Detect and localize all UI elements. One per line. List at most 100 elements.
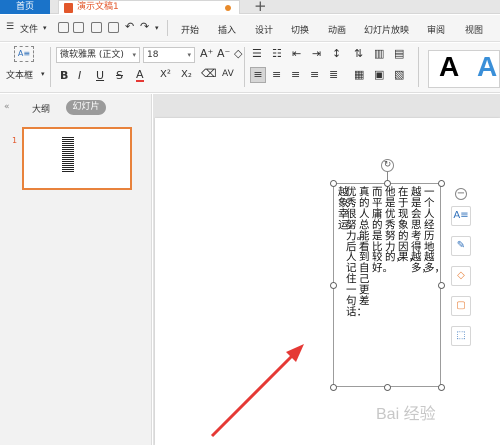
resize-handle-top-left[interactable] — [330, 180, 337, 187]
char-spacing-icon[interactable]: AV — [222, 69, 234, 79]
open-icon[interactable] — [58, 22, 69, 33]
textbox-column-8: 越象幸运。 — [338, 186, 359, 231]
collapse-toolbar-icon[interactable]: − — [455, 188, 467, 200]
distribute-icon[interactable]: ≣ — [329, 68, 338, 81]
outline-icon[interactable]: ▢ — [451, 296, 471, 316]
unsaved-dot-icon — [225, 5, 231, 11]
presentation-icon — [64, 3, 73, 13]
file-menu[interactable]: 文件 — [20, 22, 38, 35]
tab-review[interactable]: 审阅 — [427, 23, 445, 36]
chevron-down-icon[interactable]: ▾ — [43, 24, 47, 32]
align-center-icon[interactable]: ≡ — [272, 68, 281, 81]
textbox-column-4: 他是优秀努力的， — [385, 186, 406, 264]
textbox-icon[interactable]: A≡ — [14, 46, 34, 62]
text-box-align-icon[interactable]: ▣ — [374, 68, 384, 81]
divider — [50, 47, 51, 87]
tab-design[interactable]: 设计 — [255, 23, 273, 36]
font-color-button[interactable]: A — [136, 69, 144, 82]
document-title: 演示文稿1 — [77, 2, 119, 12]
resize-handle-bottom-left[interactable] — [330, 384, 337, 391]
ribbon: A≡ 文本框 ▾ 微软雅黑 (正文) ▾ 18 ▾ A⁺ A⁻ ◇ B I U … — [0, 43, 500, 93]
clear-format-icon[interactable]: ◇ — [234, 47, 242, 60]
outdent-icon[interactable]: ⇤ — [292, 47, 301, 60]
chevron-down-icon: ▾ — [187, 51, 191, 59]
bold-button[interactable]: B — [60, 69, 68, 82]
textbox-column-6: 真的人总能看到自己更差 — [359, 186, 370, 308]
resize-handle-right[interactable] — [438, 282, 445, 289]
italic-button[interactable]: I — [78, 69, 81, 82]
eraser-icon[interactable]: ⌫ — [201, 67, 217, 80]
table-icon[interactable]: ▦ — [354, 68, 364, 81]
undo-icon[interactable]: ↶ — [125, 20, 134, 33]
underline-button[interactable]: U — [96, 69, 104, 82]
watermark: Bai 经验 — [376, 406, 436, 423]
text-direction-icon[interactable]: ⇅ — [354, 47, 363, 60]
align-text-icon[interactable]: ▤ — [394, 47, 404, 60]
grow-font-icon[interactable]: A⁺ — [200, 47, 213, 60]
tab-animation[interactable]: 动画 — [328, 23, 346, 36]
slides-pane: « 大纲 幻灯片 1 — [0, 94, 152, 445]
redo-icon[interactable]: ↷ — [140, 20, 149, 33]
tab-view[interactable]: 视图 — [465, 23, 483, 36]
tab-bar: 首页 演示文稿1 + — [0, 0, 500, 15]
tab-insert[interactable]: 插入 — [218, 23, 236, 36]
shape-fill-icon[interactable]: ◇ — [451, 266, 471, 286]
line-spacing-icon[interactable]: ↕ — [332, 47, 341, 60]
text-fill-icon[interactable]: A≡ — [451, 206, 471, 226]
bullets-icon[interactable]: ☰ — [252, 47, 262, 60]
smartart-icon[interactable]: ▧ — [394, 68, 404, 81]
pen-icon[interactable]: ✎ — [451, 236, 471, 256]
annotation-arrow-icon — [210, 344, 304, 438]
collapse-pane-icon[interactable]: « — [4, 102, 10, 112]
strikethrough-button[interactable]: S — [116, 69, 123, 82]
print-preview-icon[interactable] — [108, 22, 119, 33]
divider — [418, 47, 419, 87]
font-family-select[interactable]: 微软雅黑 (正文) ▾ — [56, 47, 140, 63]
tab-outline[interactable]: 大纲 — [32, 102, 50, 115]
resize-handle-bottom[interactable] — [384, 384, 391, 391]
save-icon[interactable] — [73, 22, 84, 33]
resize-handle-bottom-right[interactable] — [438, 384, 445, 391]
indent-icon[interactable]: ⇥ — [312, 47, 321, 60]
chevron-down-icon[interactable]: ▾ — [155, 24, 159, 32]
editing-canvas — [153, 94, 500, 445]
subscript-button[interactable]: X₂ — [181, 69, 192, 80]
chevron-down-icon[interactable]: ▾ — [41, 70, 45, 78]
justify-icon[interactable]: ≡ — [310, 68, 319, 81]
resize-handle-top-right[interactable] — [438, 180, 445, 187]
print-icon[interactable] — [91, 22, 102, 33]
columns-icon[interactable]: ▥ — [374, 47, 384, 60]
slide[interactable] — [155, 118, 500, 445]
divider — [167, 20, 168, 36]
menu-bar: ☰ 文件 ▾ ↶ ↷ ▾ 开始 插入 设计 切换 动画 幻灯片放映 审阅 视图 — [0, 15, 500, 42]
font-size-value: 18 — [147, 50, 159, 60]
tab-home[interactable]: 首页 — [0, 0, 50, 14]
resize-handle-left[interactable] — [330, 282, 337, 289]
superscript-button[interactable]: X² — [160, 69, 171, 80]
numbering-icon[interactable]: ☷ — [272, 47, 282, 60]
chevron-down-icon: ▾ — [132, 51, 136, 59]
thumbnail-text-preview — [62, 137, 74, 172]
font-size-select[interactable]: 18 ▾ — [143, 47, 195, 63]
hamburger-icon[interactable]: ☰ — [6, 22, 14, 32]
rotate-handle-icon[interactable]: ↻ — [381, 159, 394, 172]
text-style-blue[interactable]: A — [477, 51, 497, 83]
text-style-black[interactable]: A — [439, 51, 459, 83]
shrink-font-icon[interactable]: A⁻ — [217, 47, 230, 60]
shape-effect-icon[interactable]: ⬚ — [451, 326, 471, 346]
align-right-icon[interactable]: ≡ — [291, 68, 300, 81]
textbox-label[interactable]: 文本框 — [6, 68, 33, 81]
tab-document[interactable]: 演示文稿1 — [58, 0, 240, 14]
align-left-icon[interactable]: ≡ — [250, 67, 266, 83]
tab-transition[interactable]: 切换 — [291, 23, 309, 36]
slide-thumbnail[interactable] — [22, 127, 132, 190]
new-tab-button[interactable]: + — [254, 0, 267, 15]
text-styles-gallery[interactable]: A A — [428, 50, 500, 88]
tab-slideshow[interactable]: 幻灯片放映 — [364, 23, 409, 36]
slide-number: 1 — [12, 136, 18, 145]
tab-slides[interactable]: 幻灯片 — [66, 100, 106, 115]
textbox-column-5: 而平庸的是比较好。 — [372, 186, 393, 275]
font-family-value: 微软雅黑 (正文) — [60, 50, 124, 60]
divider — [244, 47, 245, 87]
tab-start[interactable]: 开始 — [181, 23, 199, 36]
